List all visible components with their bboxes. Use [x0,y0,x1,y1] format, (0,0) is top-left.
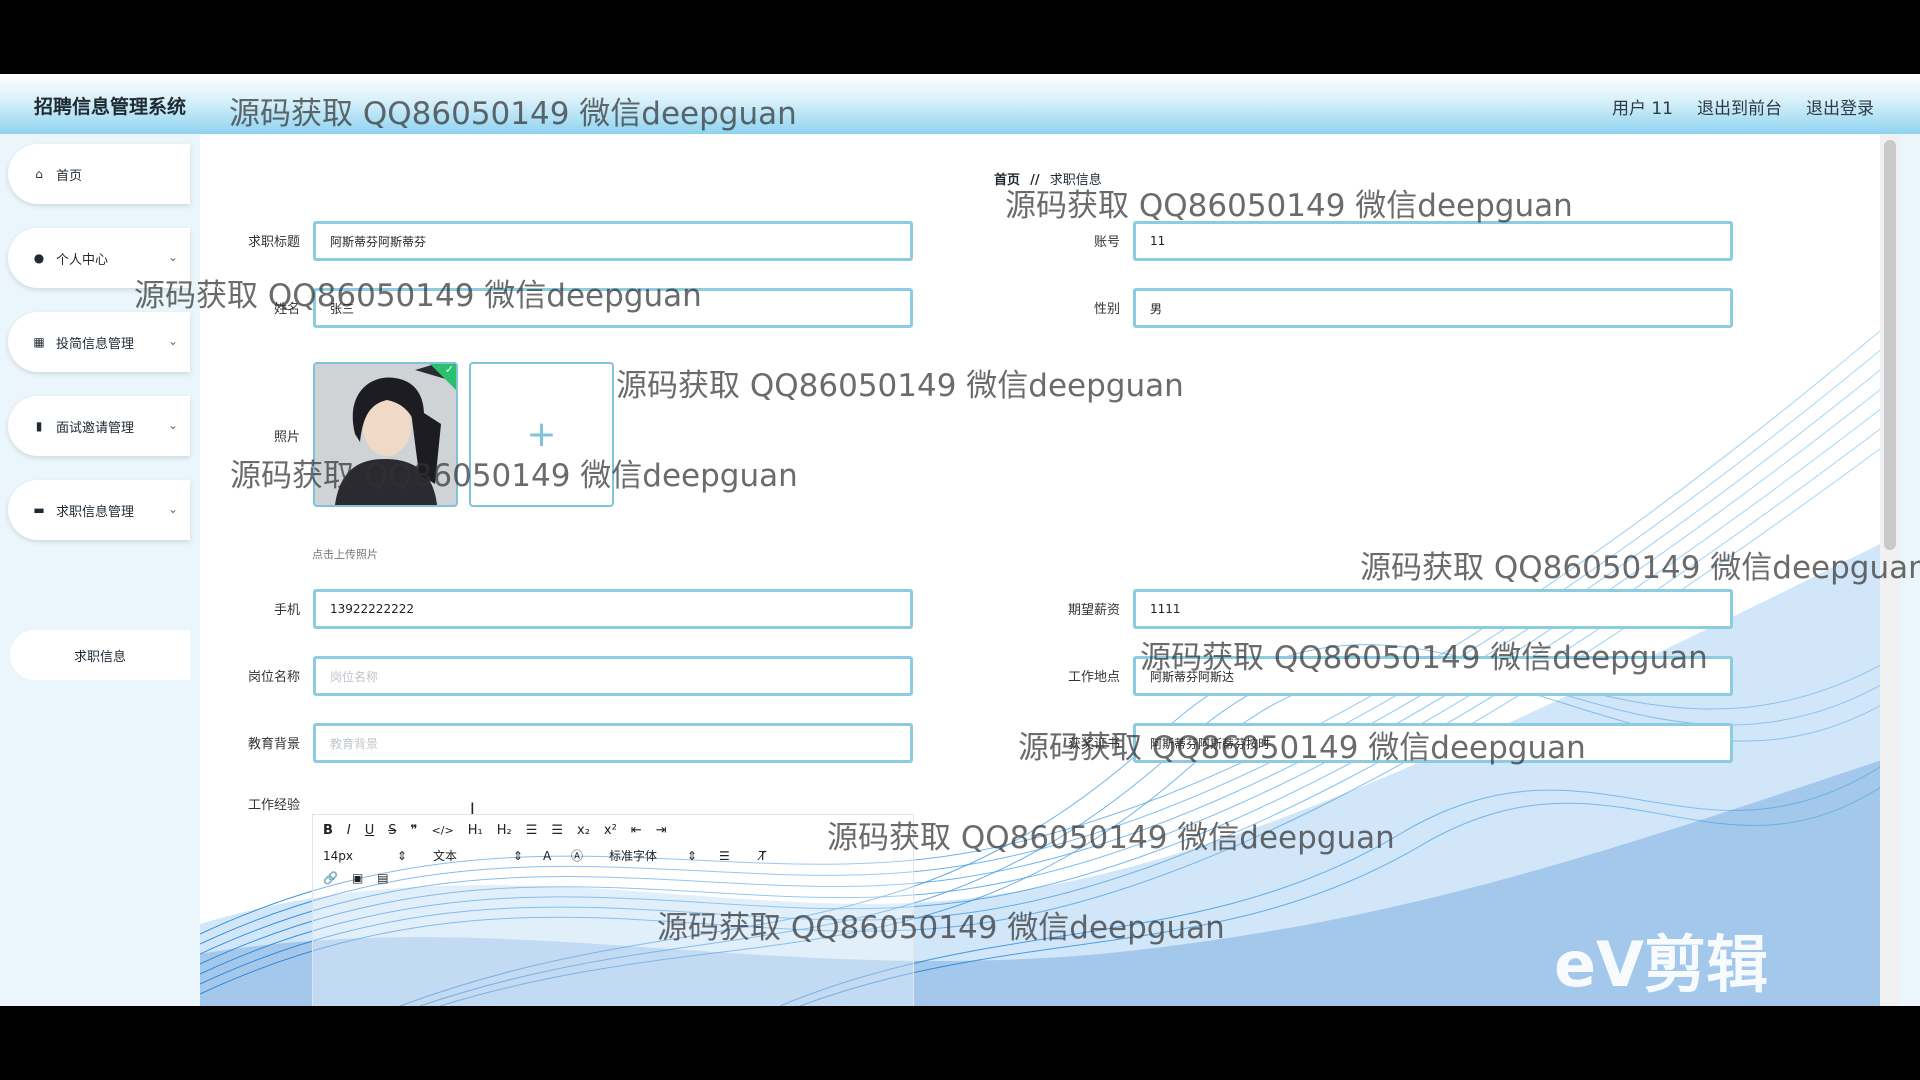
chevron-down-icon: ⌄ [167,418,178,432]
align-button[interactable]: ☰ [719,849,759,863]
underline-button[interactable]: U [365,823,375,838]
main-content: 首页 // 求职信息 求职标题 阿斯蒂芬阿斯蒂芬 账号 11 姓名 张三 性别 … [200,134,1900,1006]
breadcrumb-separator: // [1030,173,1040,188]
gender-field[interactable]: 男 [1133,288,1733,328]
app-screen: 招聘信息管理系统 用户 11 退出到前台 退出登录 ⌂ 首页 ● 个人中心 ⌄ … [0,74,1920,1006]
play-logo-icon [1454,906,1534,996]
sidebar-item-label: 首页 [56,168,83,184]
title-label: 求职标题 [247,235,300,250]
italic-button[interactable]: I [347,823,351,838]
editor-toolbar-row2: 14px ⇕ 文本 ⇕ A Ⓐ 标准字体 ⇕ ☰ T̸ [323,847,766,864]
background-color-button[interactable]: Ⓐ [571,847,609,864]
sidebar-item-label: 求职信息管理 [56,504,135,520]
education-field[interactable]: 教育背景 [313,723,913,763]
heading1-button[interactable]: H₁ [468,823,483,838]
rich-text-editor[interactable]: B I U S ❞ </> H₁ H₂ ☰ ☰ x₂ x² ⇤ ⇥ 14px ⇕… [312,814,914,1006]
sidebar-item-job-seeking-management[interactable]: ▬ 求职信息管理 ⌄ [8,480,190,540]
account-field[interactable]: 11 [1133,221,1733,261]
sidebar-item-label: 面试邀请管理 [56,420,135,436]
upload-photo-button[interactable]: + [469,362,614,507]
sidebar-subitem-job-seeking-info[interactable]: 求职信息 [10,630,190,680]
location-label: 工作地点 [1067,670,1120,685]
chevron-down-icon: ⌄ [167,334,178,348]
logout-link[interactable]: 退出登录 [1806,94,1874,119]
user-icon: ● [33,251,45,265]
education-label: 教育背景 [247,737,300,752]
sidebar-item-interview-management[interactable]: ▮ 面试邀请管理 ⌄ [8,396,190,456]
experience-label: 工作经验 [247,798,300,813]
vertical-scrollbar[interactable] [1880,134,1900,1006]
chevron-down-icon: ⌄ [167,502,178,516]
scrollbar-thumb[interactable] [1884,140,1896,550]
grid-icon: ▦ [33,335,45,349]
editor-toolbar-row3: 🔗 ▣ ▤ [323,871,389,885]
video-logo-text: eV剪辑 [1554,928,1769,1001]
upload-hint: 点击上传照片 [312,548,378,561]
breadcrumb-current: 求职信息 [1049,173,1102,188]
home-icon: ⌂ [35,167,43,181]
check-icon: ✓ [444,363,454,376]
chevron-down-icon: ⌄ [167,250,178,264]
chat-icon: ▬ [33,503,45,517]
font-size-select[interactable]: 14px ⇕ [323,849,413,863]
gender-label: 性别 [1093,302,1120,317]
phone-field[interactable]: 13922222222 [313,589,913,629]
location-field[interactable]: 阿斯蒂芬阿斯达 [1133,656,1733,696]
code-block-button[interactable]: </> [432,824,454,837]
outdent-button[interactable]: ⇤ [631,823,642,838]
sidebar-item-home[interactable]: ⌂ 首页 [8,144,190,204]
position-label: 岗位名称 [247,670,300,685]
award-label: 获奖证书 [1067,737,1120,752]
account-label: 账号 [1093,235,1120,250]
plus-icon: + [526,414,557,455]
name-label: 姓名 [273,302,300,317]
video-button[interactable]: ▤ [377,871,388,885]
editor-toolbar-row1: B I U S ❞ </> H₁ H₂ ☰ ☰ x₂ x² ⇤ ⇥ [323,823,667,838]
ordered-list-button[interactable]: ☰ [526,823,538,838]
bar-chart-icon: ▮ [35,419,43,433]
breadcrumb: 首页 // 求职信息 [994,169,1102,188]
clear-format-button[interactable]: T̸ [759,849,766,863]
heading2-button[interactable]: H₂ [497,823,512,838]
salary-label: 期望薪资 [1067,603,1120,618]
blockquote-button[interactable]: ❞ [411,823,418,838]
user-label[interactable]: 用户 11 [1612,94,1673,119]
sidebar: ⌂ 首页 ● 个人中心 ⌄ ▦ 投简信息管理 ⌄ ▮ 面试邀请管理 ⌄ ▬ 求职… [0,134,200,1006]
bold-button[interactable]: B [323,823,333,838]
font-family-select[interactable]: 标准字体 ⇕ [609,847,719,864]
position-field[interactable]: 岗位名称 [313,656,913,696]
photo-thumbnail[interactable]: ✓ [313,362,458,507]
title-field[interactable]: 阿斯蒂芬阿斯蒂芬 [313,221,913,261]
portrait-image [315,364,456,505]
bullet-list-button[interactable]: ☰ [551,823,563,838]
top-nav: 用户 11 退出到前台 退出登录 [1612,94,1874,119]
ev-video-logo: eV剪辑 [1454,906,1814,1006]
subscript-button[interactable]: x₂ [577,823,590,838]
phone-label: 手机 [273,603,300,618]
font-color-button[interactable]: A [543,849,571,863]
header-select[interactable]: 文本 ⇕ [433,847,543,864]
breadcrumb-home[interactable]: 首页 [994,173,1020,188]
name-field[interactable]: 张三 [313,288,913,328]
image-button[interactable]: ▣ [352,871,363,885]
sidebar-item-label: 投简信息管理 [56,336,135,352]
indent-button[interactable]: ⇥ [656,823,667,838]
salary-field[interactable]: 1111 [1133,589,1733,629]
strike-button[interactable]: S [388,823,396,838]
sidebar-item-personal-center[interactable]: ● 个人中心 ⌄ [8,228,190,288]
link-button[interactable]: 🔗 [323,871,338,885]
top-bar: 招聘信息管理系统 用户 11 退出到前台 退出登录 [0,74,1920,134]
award-field[interactable]: 阿斯蒂芬阿斯蒂芬按时 [1133,723,1733,763]
sidebar-item-label: 个人中心 [56,252,109,268]
app-title: 招聘信息管理系统 [34,96,187,118]
superscript-button[interactable]: x² [604,823,617,838]
exit-to-frontend-link[interactable]: 退出到前台 [1697,94,1782,119]
photo-label: 照片 [273,430,300,445]
sidebar-item-application-management[interactable]: ▦ 投简信息管理 ⌄ [8,312,190,372]
